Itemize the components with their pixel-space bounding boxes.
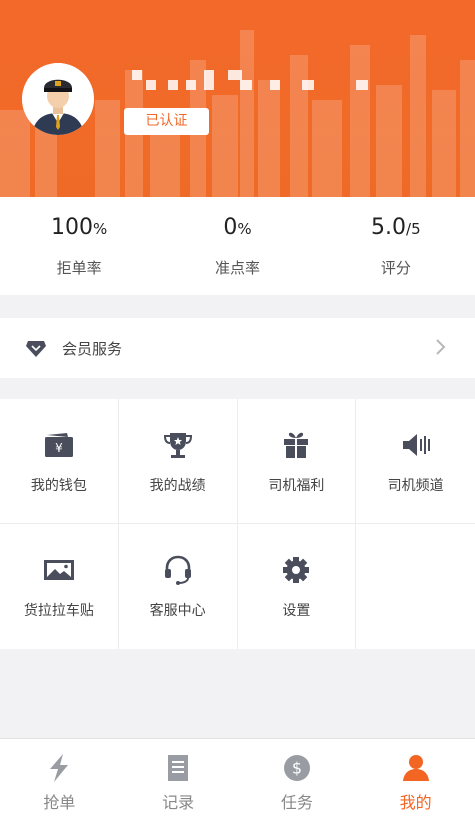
stat-punctuality-rate: 0% 准点率 [158, 197, 316, 295]
lightning-icon [50, 754, 69, 782]
stat-value: 5.0 [371, 215, 407, 240]
grid-item-label: 我的钱包 [30, 478, 87, 494]
profile-screen: 已认证 100% 拒单率 0% 准点率 5.0/5 评分 会员服务 ¥ 我的钱包… [0, 0, 475, 818]
stat-label: 准点率 [214, 259, 260, 277]
svg-text:¥: ¥ [55, 441, 63, 455]
grid-item-wallet[interactable]: ¥ 我的钱包 [0, 399, 119, 524]
driver-avatar[interactable] [22, 63, 94, 135]
trophy-icon [163, 433, 192, 458]
grid-item-driver-channel[interactable]: 司机频道 [356, 399, 475, 524]
driver-name-redacted [128, 68, 388, 92]
person-icon [402, 755, 429, 781]
grid-item-label: 客服中心 [149, 603, 206, 619]
bottom-nav: 抢单 记录 $ 任务 我的 [0, 738, 475, 818]
stat-unit: % [93, 220, 108, 238]
gift-icon [284, 432, 309, 458]
chevron-right-icon [436, 339, 446, 355]
stat-label: 拒单率 [56, 259, 102, 277]
nav-label: 任务 [280, 793, 313, 812]
nav-label: 记录 [162, 793, 195, 812]
headset-icon [164, 555, 191, 585]
grid-item-vehicle-sticker[interactable]: 货拉拉车贴 [0, 524, 119, 649]
stat-unit: % [237, 220, 252, 238]
driver-stats: 100% 拒单率 0% 准点率 5.0/5 评分 [0, 197, 475, 295]
picture-icon [43, 560, 74, 580]
grid-item-label: 我的战绩 [149, 478, 206, 494]
svg-text:$: $ [292, 759, 302, 778]
stat-label: 评分 [380, 259, 411, 277]
dollar-icon: $ [283, 755, 310, 781]
nav-item-records[interactable]: 记录 [119, 739, 238, 818]
grid-item-customer-service[interactable]: 客服中心 [119, 524, 238, 649]
nav-item-tasks[interactable]: $ 任务 [238, 739, 357, 818]
grid-item-label: 设置 [282, 603, 311, 619]
grid-item-label: 司机频道 [387, 478, 444, 494]
grid-item-label: 司机福利 [268, 478, 325, 494]
document-icon [168, 755, 189, 781]
grid-item-empty [356, 524, 475, 649]
member-service-row[interactable]: 会员服务 [0, 318, 475, 378]
stat-rating: 5.0/5 评分 [317, 197, 475, 295]
gear-icon [283, 557, 310, 583]
nav-item-mine[interactable]: 我的 [356, 739, 475, 818]
stat-unit: /5 [406, 220, 421, 238]
profile-header: 已认证 [0, 0, 475, 197]
nav-label: 我的 [399, 793, 432, 812]
grid-item-settings[interactable]: 设置 [238, 524, 357, 649]
stat-value: 100 [51, 215, 94, 240]
feature-grid: ¥ 我的钱包 我的战绩 司机福利 司机频道 货拉拉车贴 客服中心 设置 [0, 399, 475, 649]
grid-item-label: 货拉拉车贴 [23, 603, 94, 619]
member-service-label: 会员服务 [62, 339, 123, 358]
verified-badge: 已认证 [124, 108, 209, 135]
grid-item-achievements[interactable]: 我的战绩 [118, 399, 238, 524]
speaker-icon [402, 434, 430, 456]
stat-value: 0 [223, 215, 238, 240]
grid-item-driver-benefits[interactable]: 司机福利 [237, 399, 357, 524]
diamond-icon [26, 341, 46, 357]
wallet-icon: ¥ [44, 433, 73, 457]
nav-label: 抢单 [43, 793, 76, 812]
nav-item-grab-order[interactable]: 抢单 [0, 739, 119, 818]
stat-rejection-rate: 100% 拒单率 [0, 197, 158, 295]
driver-avatar-icon [22, 63, 94, 135]
